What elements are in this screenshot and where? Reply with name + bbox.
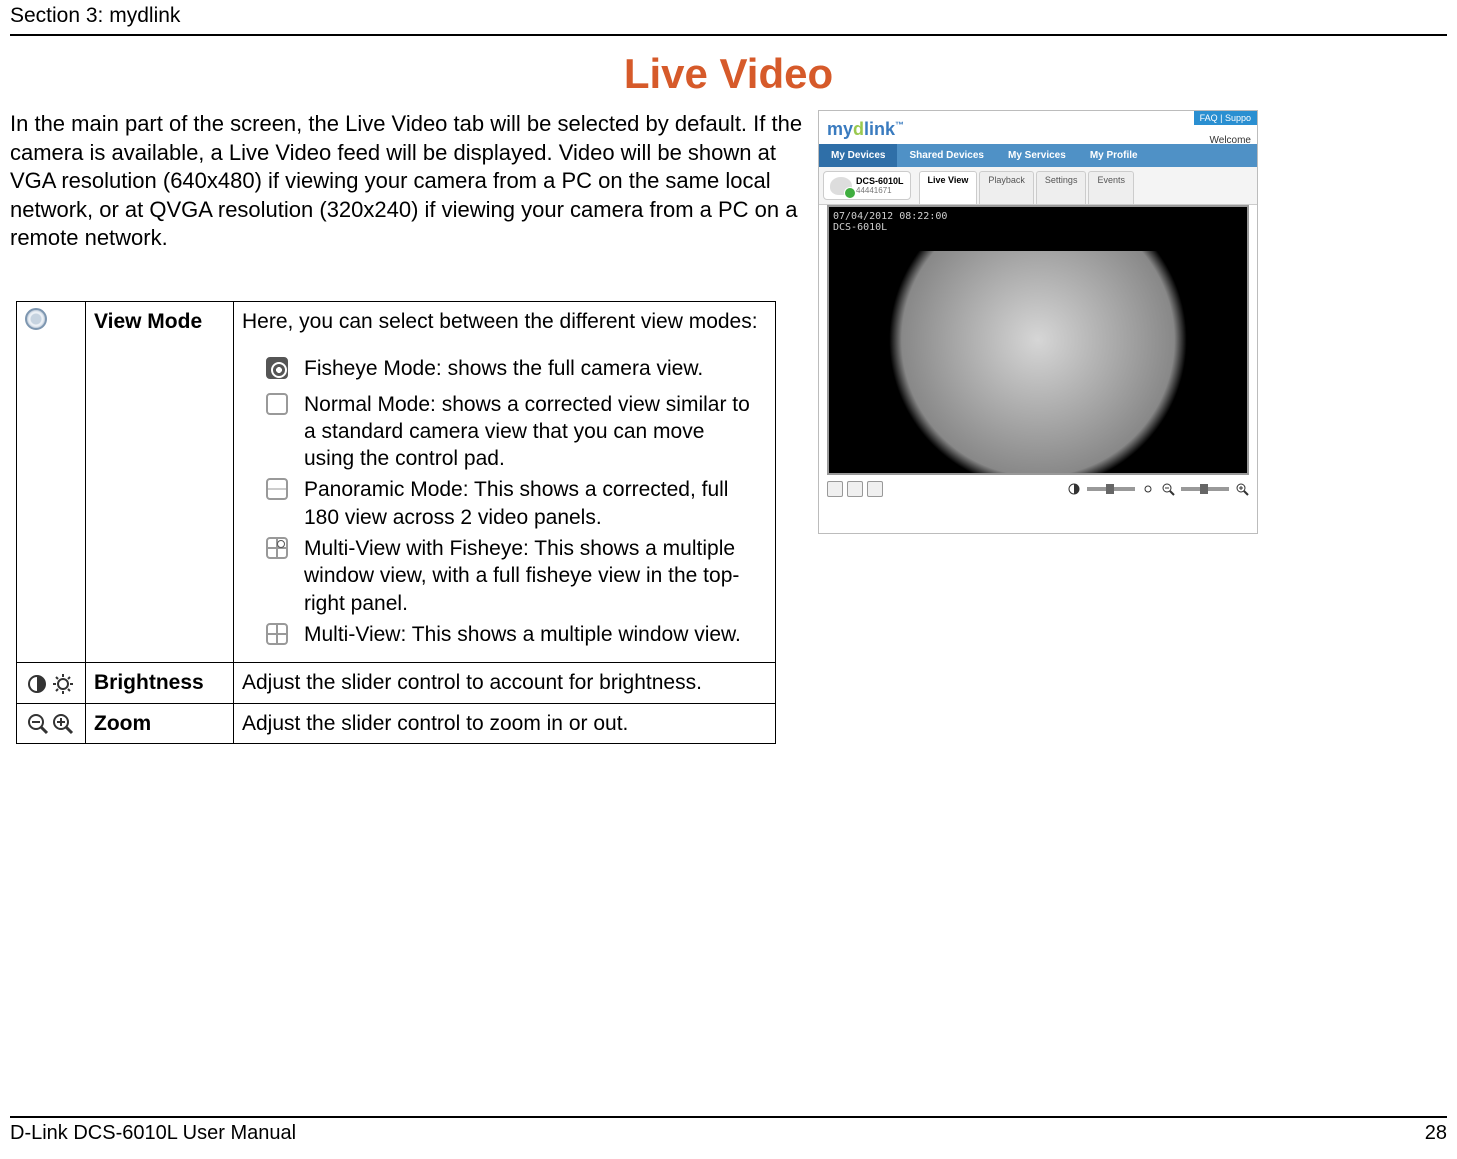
view-mode-intro: Here, you can select between the differe… [242, 310, 758, 333]
logo-d: d [853, 119, 864, 139]
mydlink-screenshot: FAQ | Suppo Welcome mydlink™ My Devices … [818, 110, 1258, 534]
fisheye-icon [266, 357, 288, 379]
camera-icon [830, 177, 852, 195]
row-description: Adjust the slider control to zoom in or … [234, 703, 776, 743]
device-name: DCS-6010L [856, 176, 904, 186]
video-overlay: 07/04/2012 08:22:00 DCS-6010L [829, 207, 1247, 251]
table-row: View Mode Here, you can select between t… [17, 301, 776, 662]
tab-my-services[interactable]: My Services [996, 144, 1078, 167]
list-item: Normal Mode: shows a corrected view simi… [242, 391, 767, 473]
mute-button[interactable] [827, 481, 843, 497]
left-column: In the main part of the screen, the Live… [10, 110, 804, 744]
table-row: Brightness Adjust the slider control to … [17, 663, 776, 703]
page-number: 28 [1425, 1122, 1447, 1145]
row-label: View Mode [86, 301, 234, 662]
top-links[interactable]: FAQ | Suppo [1194, 111, 1257, 125]
zoom-slider[interactable] [1181, 487, 1229, 491]
sub-tabs: Live View Playback Settings Events [915, 167, 1134, 204]
viewmode-radio-icon [25, 308, 47, 330]
subtab-events[interactable]: Events [1088, 171, 1134, 204]
subtab-settings[interactable]: Settings [1036, 171, 1087, 204]
content-area: In the main part of the screen, the Live… [10, 110, 1447, 744]
multiview-icon [266, 623, 288, 645]
overlay-timestamp: 07/04/2012 08:22:00 [833, 211, 1243, 222]
icon-cell [17, 663, 86, 703]
page-footer: D-Link DCS-6010L User Manual 28 [10, 1116, 1447, 1145]
tab-shared-devices[interactable]: Shared Devices [897, 144, 996, 167]
controls-left [827, 481, 883, 497]
table-row: Zoom Adjust the slider control to zoom i… [17, 703, 776, 743]
main-nav: My Devices Shared Devices My Services My… [819, 144, 1257, 167]
normal-icon [266, 393, 288, 415]
tab-my-devices[interactable]: My Devices [819, 144, 897, 167]
icon-cell [17, 301, 86, 662]
device-card[interactable]: DCS-6010L 44441671 [823, 171, 911, 200]
mydlink-logo: mydlink™ [819, 111, 1257, 144]
controls-bar [827, 481, 1249, 497]
welcome-text: Welcome [1210, 135, 1252, 146]
section-header: Section 3: mydlink [10, 0, 1447, 36]
zoom-out-icon [1161, 482, 1175, 496]
viewmode-button[interactable] [867, 481, 883, 497]
mode-text: Multi-View with Fisheye: This shows a mu… [304, 535, 767, 617]
feature-table: View Mode Here, you can select between t… [16, 301, 776, 744]
mode-text: Fisheye Mode: shows the full camera view… [304, 355, 767, 382]
device-row: DCS-6010L 44441671 Live View Playback Se… [819, 167, 1257, 205]
page-title: Live Video [10, 50, 1447, 98]
tab-my-profile[interactable]: My Profile [1078, 144, 1150, 167]
row-label: Zoom [86, 703, 234, 743]
row-label: Brightness [86, 663, 234, 703]
footer-left: D-Link DCS-6010L User Manual [10, 1122, 296, 1145]
mode-text: Multi-View: This shows a multiple window… [304, 621, 767, 648]
logo-tm: ™ [895, 120, 904, 130]
icon-cell [17, 703, 86, 743]
brightness-icon [25, 672, 77, 696]
zoom-icon [25, 711, 77, 737]
logo-link: link [864, 119, 895, 139]
intro-paragraph: In the main part of the screen, the Live… [10, 110, 804, 253]
panoramic-icon [266, 478, 288, 500]
list-item: Multi-View with Fisheye: This shows a mu… [242, 535, 767, 617]
mode-text: Panoramic Mode: This shows a corrected, … [304, 476, 767, 531]
controls-right [1067, 482, 1249, 496]
logo-prefix: my [827, 119, 853, 139]
zoom-in-icon [1235, 482, 1249, 496]
mode-text: Normal Mode: shows a corrected view simi… [304, 391, 767, 473]
brightness-slider[interactable] [1087, 487, 1135, 491]
sun-icon [1141, 482, 1155, 496]
list-item: Fisheye Mode: shows the full camera view… [242, 355, 767, 386]
video-frame: 07/04/2012 08:22:00 DCS-6010L [827, 205, 1249, 475]
row-description: Adjust the slider control to account for… [234, 663, 776, 703]
device-serial: 44441671 [856, 186, 904, 195]
overlay-device: DCS-6010L [833, 222, 1243, 233]
record-button[interactable] [847, 481, 863, 497]
list-item: Multi-View: This shows a multiple window… [242, 621, 767, 652]
multiview-fisheye-icon [266, 537, 288, 559]
contrast-icon [1067, 482, 1081, 496]
subtab-playback[interactable]: Playback [979, 171, 1034, 204]
view-mode-list: Fisheye Mode: shows the full camera view… [242, 355, 767, 652]
row-description: Here, you can select between the differe… [234, 301, 776, 662]
list-item: Panoramic Mode: This shows a corrected, … [242, 476, 767, 531]
subtab-live-view[interactable]: Live View [919, 171, 978, 204]
